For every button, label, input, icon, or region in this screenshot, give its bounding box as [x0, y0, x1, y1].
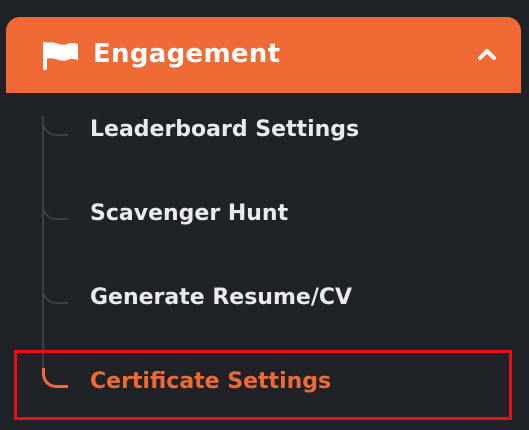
sidebar-item-generate-resume[interactable]: Generate Resume/CV — [90, 282, 352, 314]
sidebar-menu: Engagement Leaderboard Settings Scavenge… — [0, 0, 529, 430]
tree-branch-connector — [42, 284, 68, 304]
tree-branch-connector — [42, 200, 68, 220]
tree-connector-line — [42, 116, 44, 374]
flag-icon — [43, 42, 78, 70]
sidebar-item-scavenger-hunt[interactable]: Scavenger Hunt — [90, 198, 288, 230]
chevron-up-icon[interactable] — [476, 44, 498, 64]
sidebar-item-leaderboard-settings[interactable]: Leaderboard Settings — [90, 114, 359, 146]
sidebar-item-certificate-settings[interactable]: Certificate Settings — [90, 366, 331, 398]
engagement-menu-header[interactable]: Engagement — [6, 17, 521, 93]
tree-branch-connector — [42, 116, 68, 136]
engagement-label: Engagement — [93, 39, 281, 69]
tree-branch-connector-active — [42, 368, 68, 388]
